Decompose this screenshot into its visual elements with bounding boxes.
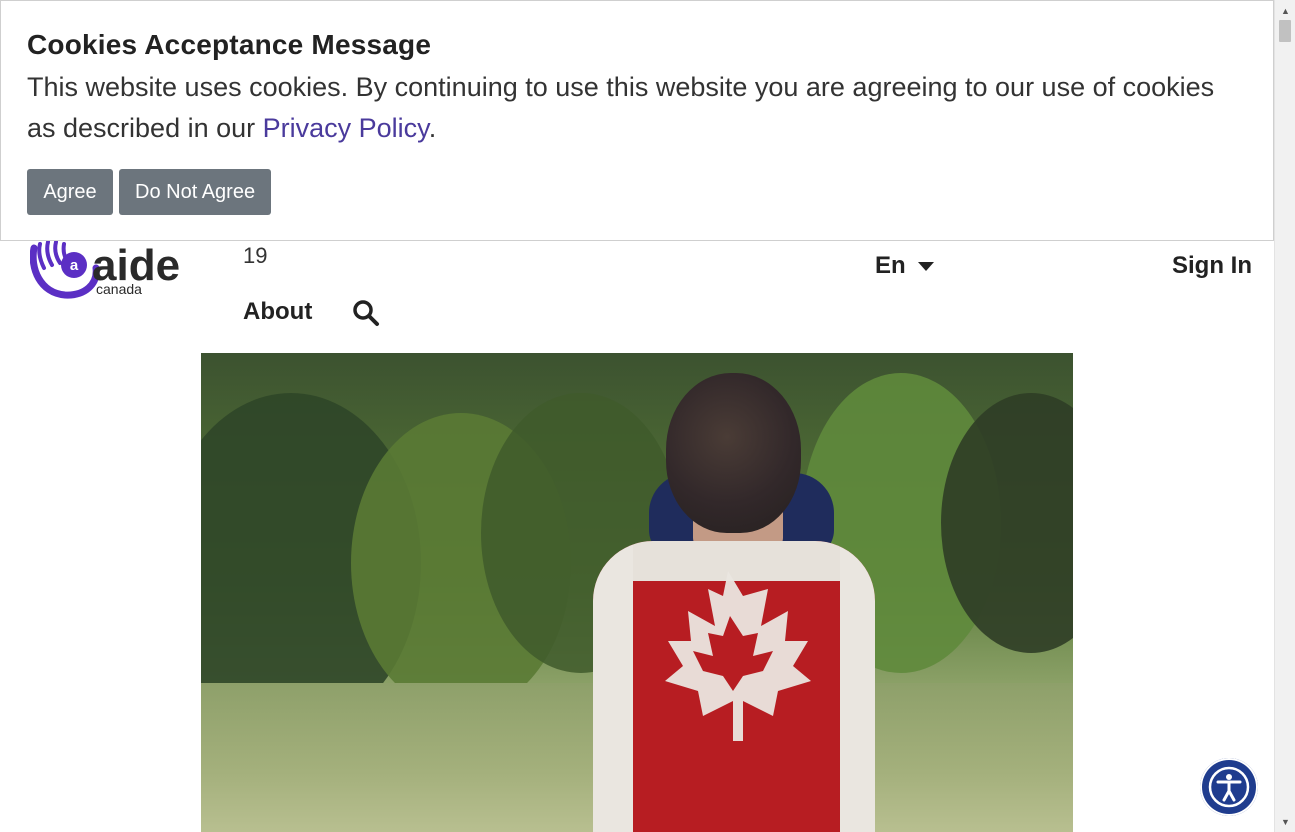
maple-leaf-icon bbox=[665, 571, 811, 741]
cookie-banner: Cookies Acceptance Message This website … bbox=[0, 0, 1274, 241]
aide-canada-logo[interactable]: a aide canada bbox=[29, 238, 202, 300]
canada-flag bbox=[593, 541, 875, 832]
cookie-message-text: This website uses cookies. By continuing… bbox=[27, 72, 1215, 143]
cookie-message-end: . bbox=[428, 113, 437, 143]
sign-in-link[interactable]: Sign In bbox=[1172, 252, 1252, 280]
search-icon[interactable] bbox=[352, 299, 380, 327]
scrollbar-thumb[interactable] bbox=[1279, 20, 1291, 42]
privacy-policy-link[interactable]: Privacy Policy bbox=[263, 113, 429, 143]
logo-letter: a bbox=[70, 257, 79, 274]
cookie-buttons: Agree Do Not Agree bbox=[27, 169, 272, 215]
logo-subtext: canada bbox=[96, 281, 142, 297]
cookie-title: Cookies Acceptance Message bbox=[27, 29, 432, 60]
logo-mark: a aide canada bbox=[29, 240, 180, 299]
nav-about-link[interactable]: About bbox=[243, 298, 312, 326]
page-scrollbar[interactable]: ▲ ▼ bbox=[1274, 0, 1295, 832]
cookie-message: This website uses cookies. By continuing… bbox=[27, 67, 1247, 149]
hero-image bbox=[201, 353, 1073, 832]
child-head bbox=[666, 373, 801, 533]
agree-button[interactable]: Agree bbox=[27, 169, 113, 215]
language-label: En bbox=[875, 252, 906, 279]
scroll-up-arrow-icon[interactable]: ▲ bbox=[1275, 2, 1295, 19]
accessibility-icon bbox=[1208, 766, 1250, 808]
accessibility-button[interactable] bbox=[1200, 758, 1258, 816]
language-selector[interactable]: En bbox=[875, 252, 934, 280]
nav-number: 19 bbox=[243, 243, 268, 268]
do-not-agree-button[interactable]: Do Not Agree bbox=[119, 169, 272, 215]
chevron-down-icon bbox=[917, 261, 934, 271]
scroll-down-arrow-icon[interactable]: ▼ bbox=[1275, 813, 1295, 830]
